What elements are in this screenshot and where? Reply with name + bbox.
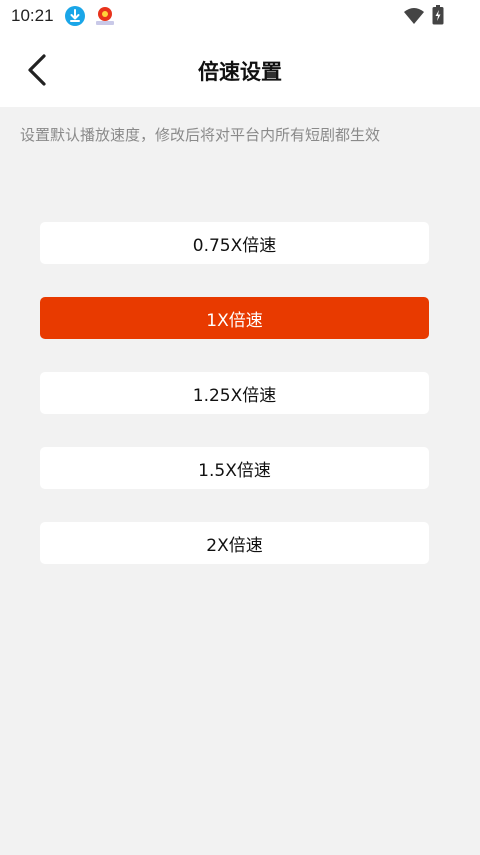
status-bar: 10:21 (0, 0, 480, 32)
speed-option-2x[interactable]: 2X倍速 (40, 522, 429, 564)
description-text: 设置默认播放速度，修改后将对平台内所有短剧都生效 (20, 126, 381, 144)
status-time: 10:21 (11, 6, 54, 25)
nav-bar: 倍速设置 (0, 32, 480, 107)
speed-option-list: 0.75X倍速 1X倍速 1.25X倍速 1.5X倍速 2X倍速 (40, 222, 429, 597)
battery-charging-icon (432, 5, 444, 25)
speed-option-1x[interactable]: 1X倍速 (40, 297, 429, 339)
app-notification-icon (94, 5, 116, 27)
speed-option-0.75x[interactable]: 0.75X倍速 (40, 222, 429, 264)
speed-option-1.25x[interactable]: 1.25X倍速 (40, 372, 429, 414)
page-title: 倍速设置 (198, 60, 282, 84)
speed-option-1.5x[interactable]: 1.5X倍速 (40, 447, 429, 489)
wifi-icon (404, 8, 424, 24)
download-icon (65, 6, 85, 26)
